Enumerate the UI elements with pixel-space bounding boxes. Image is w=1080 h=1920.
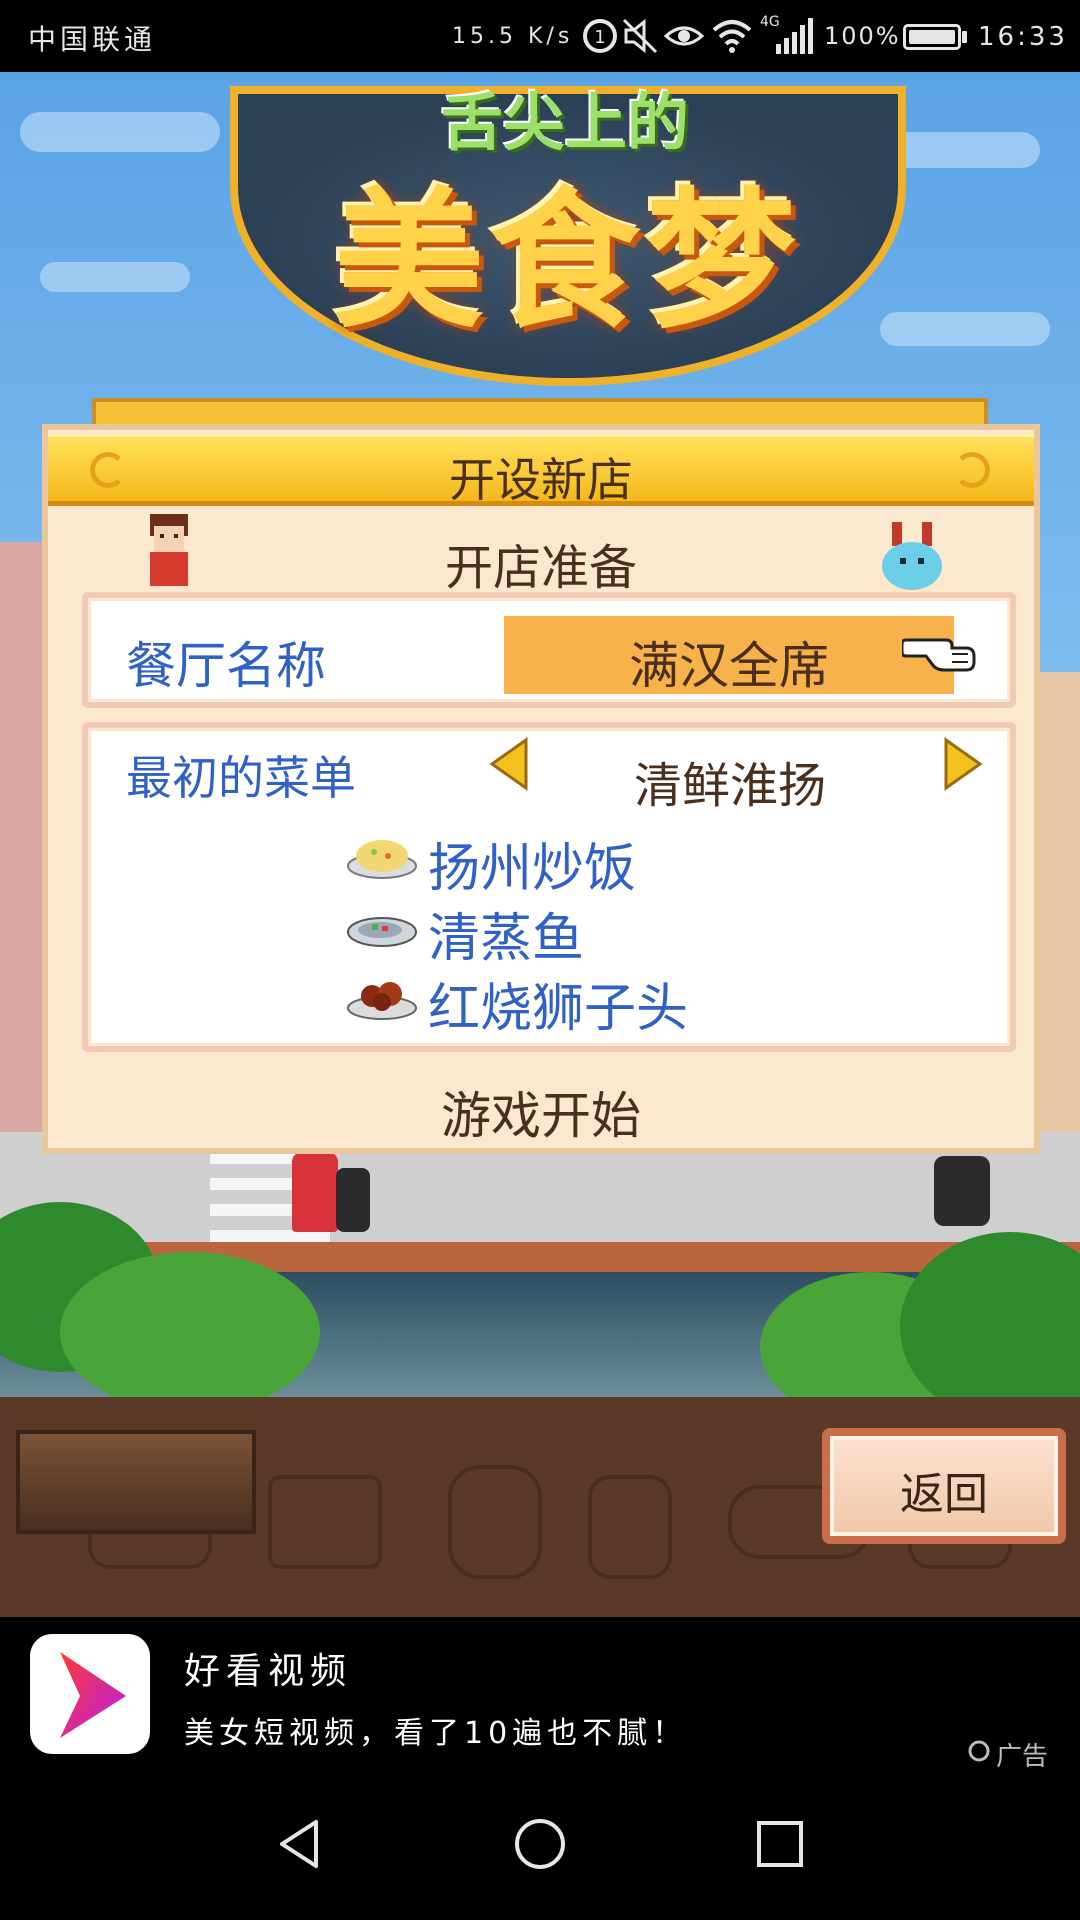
- recents-nav-icon[interactable]: [752, 1816, 808, 1872]
- dish-item: 清蒸鱼: [346, 896, 766, 969]
- cloud: [40, 262, 190, 292]
- svg-text:1: 1: [594, 27, 605, 48]
- pointing-hand-icon: [902, 638, 976, 672]
- logo-title: 美食梦: [333, 173, 802, 349]
- back-nav-icon[interactable]: [272, 1816, 328, 1872]
- eye-comfort-icon: [663, 26, 705, 46]
- ad-info-icon[interactable]: [966, 1738, 992, 1764]
- clock: 16:33: [978, 22, 1068, 52]
- app-icon[interactable]: [30, 1634, 150, 1754]
- arrow-left-icon[interactable]: [486, 736, 532, 792]
- battery-tip: [962, 31, 967, 43]
- battery-icon: [903, 24, 961, 50]
- carrier-label: 中国联通: [28, 23, 157, 56]
- status-bar: 中国联通 15.5 K/s 1 4G 100% 16:33: [0, 0, 1080, 72]
- home-nav-icon[interactable]: [512, 1816, 568, 1872]
- arrow-right-icon[interactable]: [940, 736, 986, 792]
- initial-menu-label: 最初的菜单: [126, 751, 356, 805]
- pedestrian-sprite: [934, 1156, 990, 1226]
- network-speed: 15.5 K/s: [452, 24, 574, 49]
- pedestrian-sprite: [336, 1168, 370, 1232]
- fried-rice-icon: [347, 840, 417, 879]
- start-game-button[interactable]: 游戏开始: [48, 1076, 1034, 1148]
- dish-name: 清蒸鱼: [428, 909, 585, 969]
- empty-slot: [16, 1430, 256, 1534]
- dish-item: 红烧狮子头: [346, 966, 766, 1039]
- building: [1040, 672, 1080, 1142]
- initial-menu-value: 清鲜淮扬: [633, 758, 826, 814]
- play-logo-icon: [60, 1652, 126, 1738]
- pedestrian-sprite: [292, 1152, 338, 1232]
- section-title: 开店准备: [444, 540, 637, 596]
- building: [0, 542, 46, 1142]
- dish-name: 扬州炒饭: [428, 839, 637, 899]
- mute-icon: [622, 18, 658, 54]
- back-button-label[interactable]: 返回: [822, 1458, 1066, 1522]
- dish-name: 红烧狮子头: [428, 979, 689, 1039]
- dish-item: 扬州炒饭: [346, 826, 766, 899]
- battery-fill: [909, 30, 955, 44]
- ad-title[interactable]: 好看视频: [184, 1642, 352, 1694]
- data-saver-icon: 1: [583, 19, 617, 53]
- signal-icon: [776, 18, 813, 54]
- steamed-fish-icon: [347, 917, 417, 947]
- wifi-icon: [712, 20, 752, 53]
- restaurant-name-label: 餐厅名称: [126, 637, 326, 695]
- dialog-title: 开设新店: [449, 453, 633, 507]
- cloud: [20, 112, 220, 152]
- battery-percent: 100%: [824, 22, 901, 50]
- braised-meatball-icon: [347, 982, 417, 1020]
- ad-description[interactable]: 美女短视频，看了10遍也不腻！: [184, 1708, 687, 1752]
- restaurant-name-value[interactable]: 满汉全席: [504, 626, 954, 698]
